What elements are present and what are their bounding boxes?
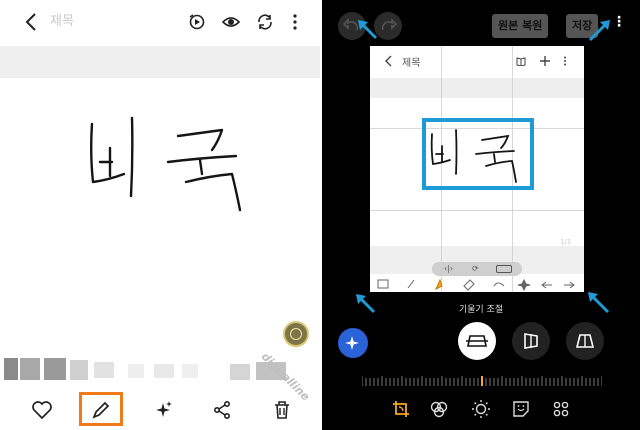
share-icon[interactable] xyxy=(210,398,234,422)
preview-title: 제목 xyxy=(402,58,421,69)
tilt-horizontal-button[interactable] xyxy=(458,322,496,360)
eye-icon[interactable] xyxy=(222,13,240,31)
tilt-perspective-button[interactable] xyxy=(566,322,604,360)
more-vertical-icon xyxy=(564,56,566,66)
bottom-toolbar xyxy=(0,392,320,430)
ruler-ticks xyxy=(361,376,603,386)
transform-icon[interactable] xyxy=(390,398,412,420)
tilt-horizontal-icon xyxy=(466,335,488,347)
text-icon xyxy=(290,328,302,340)
ai-auto-button[interactable] xyxy=(338,328,368,358)
more-vertical-icon[interactable] xyxy=(286,13,304,31)
crop-preview-card[interactable]: 제목 뇌국 xyxy=(370,46,584,292)
title-band xyxy=(0,46,320,78)
preview-header: 제목 xyxy=(370,46,584,76)
note-title[interactable]: 제목 xyxy=(50,10,74,29)
tilt-angle-slider[interactable] xyxy=(361,372,603,386)
tilt-vertical-icon xyxy=(524,333,538,349)
plus-icon xyxy=(540,56,550,66)
book-icon xyxy=(516,57,526,66)
sticker-icon[interactable] xyxy=(510,398,532,420)
panel-divider xyxy=(320,0,322,430)
restore-original-button[interactable]: 원본 복원 xyxy=(492,14,549,38)
page-number: 1/1 xyxy=(560,238,572,246)
notes-header: 제목 xyxy=(0,0,320,44)
crop-grid-line xyxy=(370,210,584,211)
tilt-label: 기울기 조절 xyxy=(458,305,504,315)
tilt-vertical-button[interactable] xyxy=(512,322,550,360)
code-icon: ‹|› xyxy=(444,264,454,273)
preview-tool-row xyxy=(370,276,584,292)
filter-icon[interactable] xyxy=(428,398,450,420)
back-icon[interactable] xyxy=(22,11,42,33)
text-convert-button[interactable] xyxy=(283,321,309,347)
preview-page-controls: ‹|› ⟳ xyxy=(432,262,522,276)
preview-title-band xyxy=(370,78,584,98)
more-icon[interactable] xyxy=(550,398,572,420)
trash-icon[interactable] xyxy=(270,398,294,422)
pen-highlight-box xyxy=(79,392,123,426)
replay-icon[interactable] xyxy=(188,13,206,31)
more-vertical-icon[interactable]: ⋮ xyxy=(612,14,626,30)
edit-bottom-toolbar xyxy=(322,396,640,424)
tilt-perspective-icon xyxy=(575,334,595,348)
preview-tool-icons xyxy=(377,278,575,292)
right-edit-screen: 원본 복원 저장 ⋮ 제목 1/1 ‹|› ⟳ 기울기 조절 xyxy=(322,0,640,430)
sync-icon[interactable] xyxy=(256,13,274,31)
corner-arrow-icon xyxy=(588,20,610,42)
heart-icon[interactable] xyxy=(30,398,54,422)
sparkle-icon xyxy=(345,336,359,350)
handwriting-highlight-box xyxy=(422,118,534,190)
handwriting-canvas[interactable]: 뇌국 xyxy=(0,78,320,336)
brightness-icon[interactable] xyxy=(470,398,492,420)
corner-arrow-icon xyxy=(358,20,378,40)
fit-icon xyxy=(496,265,512,273)
back-icon xyxy=(385,55,392,67)
rotate-icon: ⟳ xyxy=(472,264,479,273)
handwriting-strokes: 뇌국 xyxy=(90,116,242,212)
sparkle-icon[interactable] xyxy=(152,398,176,422)
